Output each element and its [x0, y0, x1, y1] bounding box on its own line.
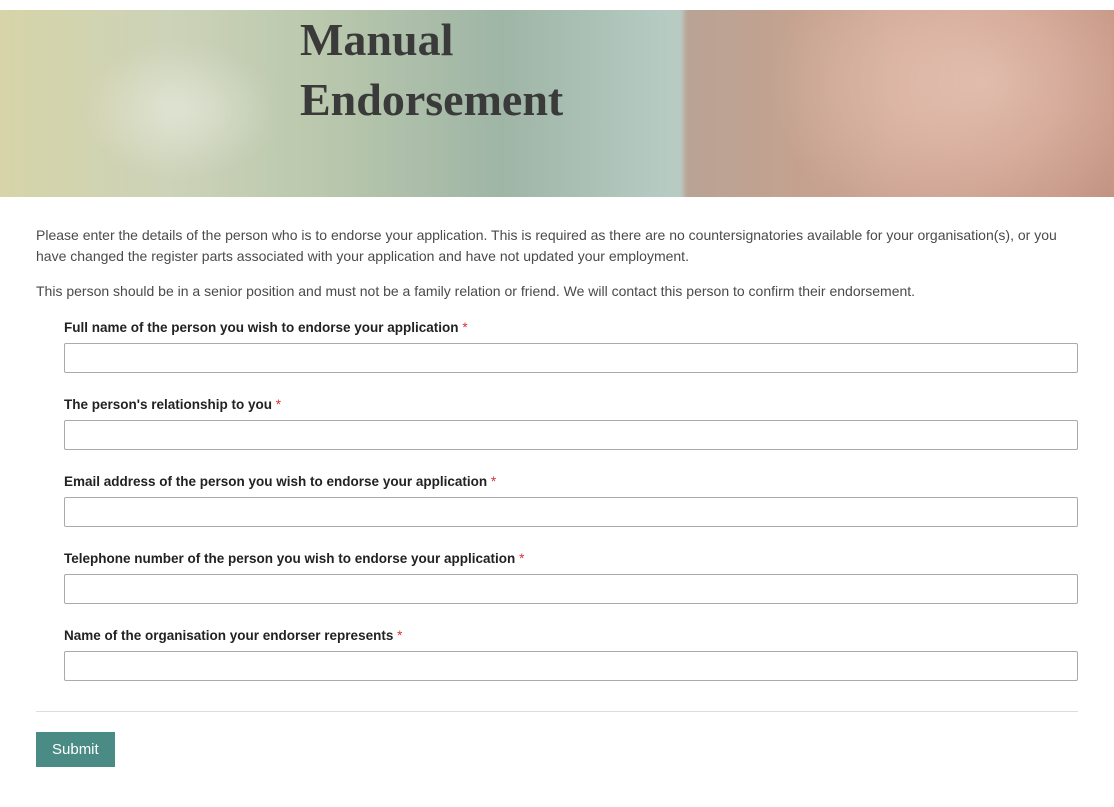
required-marker: * [491, 474, 496, 489]
field-full-name: Full name of the person you wish to endo… [64, 320, 1078, 373]
field-relationship: The person's relationship to you * [64, 397, 1078, 450]
endorsement-form: Full name of the person you wish to endo… [36, 316, 1078, 681]
submit-button[interactable]: Submit [36, 732, 115, 767]
intro-paragraph-1: Please enter the details of the person w… [36, 225, 1078, 267]
required-marker: * [519, 551, 524, 566]
input-email[interactable] [64, 497, 1078, 527]
required-marker: * [276, 397, 281, 412]
input-relationship[interactable] [64, 420, 1078, 450]
hero-banner: Manual Endorsement [0, 10, 1114, 197]
input-full-name[interactable] [64, 343, 1078, 373]
label-full-name: Full name of the person you wish to endo… [64, 320, 1078, 335]
label-relationship: The person's relationship to you * [64, 397, 1078, 412]
intro-paragraph-2: This person should be in a senior positi… [36, 281, 1078, 302]
field-organisation: Name of the organisation your endorser r… [64, 628, 1078, 681]
title-line-2: Endorsement [300, 74, 563, 125]
main-content: Please enter the details of the person w… [0, 197, 1114, 807]
input-organisation[interactable] [64, 651, 1078, 681]
form-divider [36, 711, 1078, 712]
label-email: Email address of the person you wish to … [64, 474, 1078, 489]
label-organisation: Name of the organisation your endorser r… [64, 628, 1078, 643]
field-email: Email address of the person you wish to … [64, 474, 1078, 527]
page-title: Manual Endorsement [300, 10, 563, 130]
field-telephone: Telephone number of the person you wish … [64, 551, 1078, 604]
title-line-1: Manual [300, 14, 453, 65]
required-marker: * [397, 628, 402, 643]
label-telephone: Telephone number of the person you wish … [64, 551, 1078, 566]
required-marker: * [462, 320, 467, 335]
input-telephone[interactable] [64, 574, 1078, 604]
